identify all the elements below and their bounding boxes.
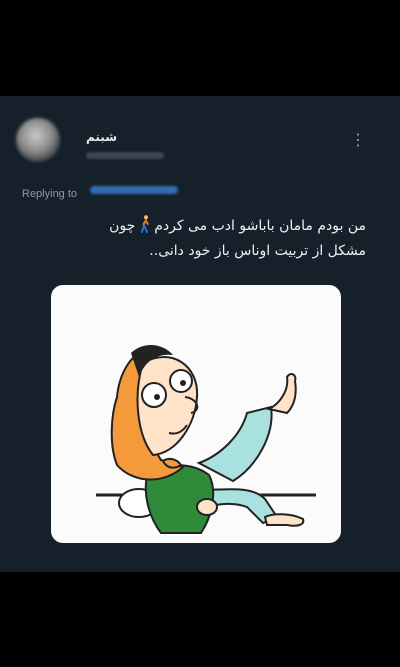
avatar[interactable] (16, 118, 60, 162)
cartoon-illustration (96, 344, 316, 534)
more-options-button[interactable]: ⋮ (350, 130, 366, 150)
more-icon: ⋮ (350, 130, 366, 149)
tweet-text-part-1: من بودم مامان باباشو ادب می کردم (154, 218, 366, 234)
reply-context: Replying to (22, 182, 178, 200)
tweet-text: من بودم مامان باباشو ادب می کردم چون مشک… (50, 214, 366, 264)
display-name[interactable]: شبنم (86, 130, 117, 144)
replying-to-label: Replying to (22, 188, 78, 200)
person-walking-icon (140, 215, 149, 233)
tweet-media-image[interactable] (51, 285, 341, 543)
tweet-text-line-1: من بودم مامان باباشو ادب می کردم چون (50, 214, 366, 239)
replied-user-link-blurred[interactable] (90, 186, 178, 194)
tweet-text-line-2: مشکل از تربیت اوناس باز خود دانی.. (149, 243, 366, 259)
tweet-screenshot: شبنم ⋮ Replying to من بودم مامان باباشو … (0, 96, 400, 572)
username-handle-blurred (86, 152, 164, 159)
tweet-text-part-2: چون (109, 218, 136, 234)
